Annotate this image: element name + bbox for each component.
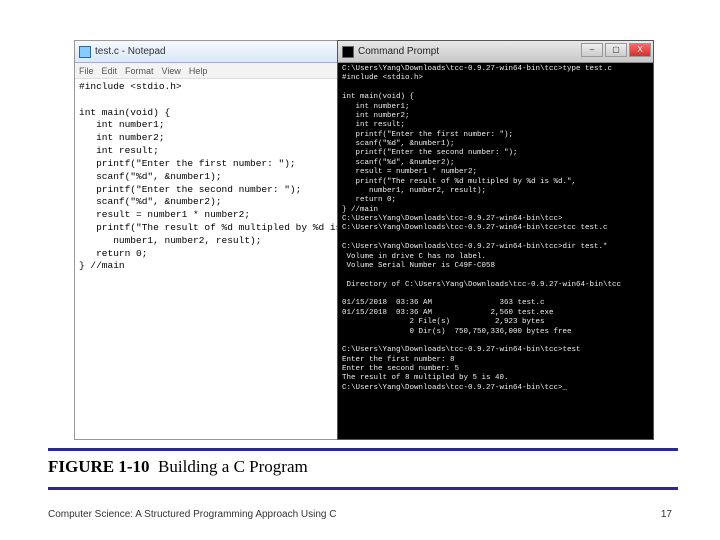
figure-label: FIGURE 1-10 bbox=[48, 457, 150, 476]
menu-view[interactable]: View bbox=[162, 66, 181, 76]
menu-file[interactable]: File bbox=[79, 66, 94, 76]
cmd-window: Command Prompt – ▢ X C:\Users\Yang\Downl… bbox=[337, 40, 654, 440]
notepad-menubar: File Edit Format View Help bbox=[75, 63, 338, 79]
menu-edit[interactable]: Edit bbox=[102, 66, 118, 76]
divider-bottom bbox=[48, 487, 678, 490]
slide: test.c - Notepad File Edit Format View H… bbox=[0, 0, 720, 540]
notepad-title-text: test.c - Notepad bbox=[95, 46, 166, 57]
figure-caption: FIGURE 1-10 Building a C Program bbox=[48, 457, 678, 477]
divider-top bbox=[48, 448, 678, 451]
menu-format[interactable]: Format bbox=[125, 66, 154, 76]
maximize-button[interactable]: ▢ bbox=[605, 43, 627, 57]
cmd-icon bbox=[342, 46, 354, 58]
cmd-titlebar[interactable]: Command Prompt – ▢ X bbox=[338, 41, 653, 63]
close-button[interactable]: X bbox=[629, 43, 651, 57]
cmd-console[interactable]: C:\Users\Yang\Downloads\tcc-0.9.27-win64… bbox=[338, 63, 653, 439]
figure-title: Building a C Program bbox=[158, 457, 308, 476]
screenshot-area: test.c - Notepad File Edit Format View H… bbox=[74, 40, 654, 440]
window-buttons: – ▢ X bbox=[581, 43, 651, 57]
footer-book-title: Computer Science: A Structured Programmi… bbox=[48, 509, 336, 520]
footer-page-number: 17 bbox=[661, 509, 672, 520]
notepad-editor[interactable]: #include <stdio.h> int main(void) { int … bbox=[75, 79, 338, 439]
slide-footer: Computer Science: A Structured Programmi… bbox=[48, 509, 672, 520]
notepad-window: test.c - Notepad File Edit Format View H… bbox=[74, 40, 339, 440]
menu-help[interactable]: Help bbox=[189, 66, 208, 76]
figure-caption-block: FIGURE 1-10 Building a C Program bbox=[48, 448, 678, 490]
minimize-button[interactable]: – bbox=[581, 43, 603, 57]
cmd-title-text: Command Prompt bbox=[358, 46, 439, 57]
notepad-titlebar[interactable]: test.c - Notepad bbox=[75, 41, 338, 63]
notepad-icon bbox=[79, 46, 91, 58]
